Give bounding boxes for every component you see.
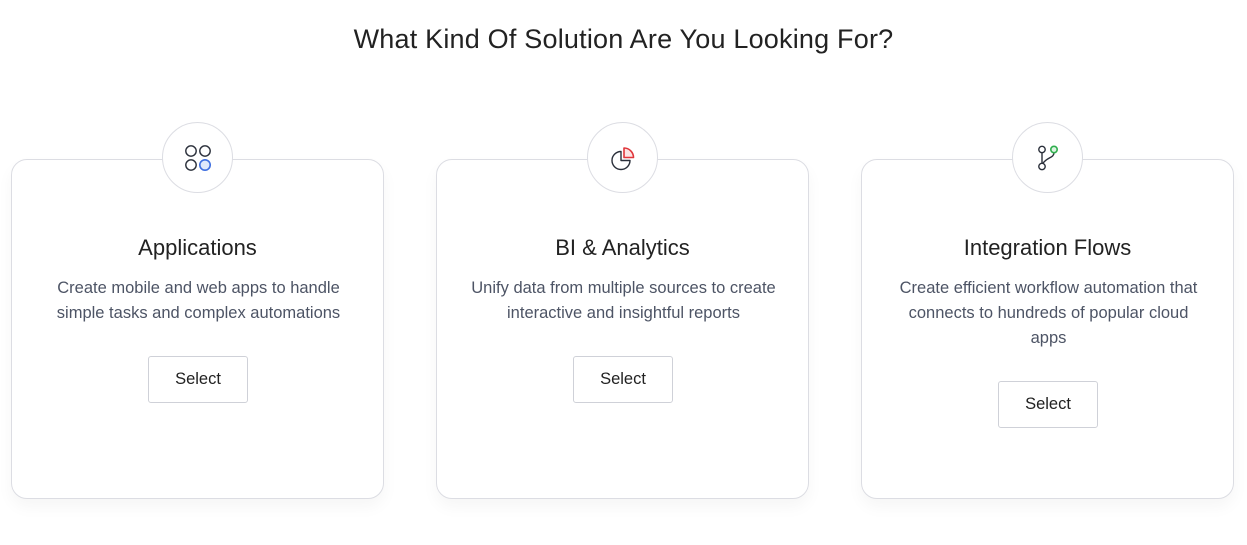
select-integration-flows-button[interactable]: Select xyxy=(998,381,1098,428)
card-title: Applications xyxy=(138,235,257,260)
solution-picker: What Kind Of Solution Are You Looking Fo… xyxy=(0,0,1247,545)
git-branch-icon xyxy=(1037,144,1058,170)
page-title: What Kind Of Solution Are You Looking Fo… xyxy=(353,24,894,54)
icon-badge xyxy=(1012,122,1083,193)
card-integration-flows: Integration Flows Create efficient workf… xyxy=(861,122,1234,499)
card-title: BI & Analytics xyxy=(555,235,690,260)
card-description: Create efficient workflow automation tha… xyxy=(899,279,1198,347)
card-description: Unify data from multiple sources to crea… xyxy=(471,279,776,322)
select-bi-analytics-button[interactable]: Select xyxy=(573,356,673,403)
card-description: Create mobile and web apps to handle sim… xyxy=(56,279,341,322)
pie-chart-icon xyxy=(610,146,634,170)
select-applications-button[interactable]: Select xyxy=(148,356,248,403)
card-bi-analytics: BI & Analytics Unify data from multiple … xyxy=(436,122,809,499)
card-title: Integration Flows xyxy=(963,235,1132,260)
icon-badge xyxy=(587,122,658,193)
card-applications: Applications Create mobile and web apps … xyxy=(11,122,384,499)
apps-grid-icon xyxy=(184,144,211,171)
icon-badge xyxy=(162,122,233,193)
